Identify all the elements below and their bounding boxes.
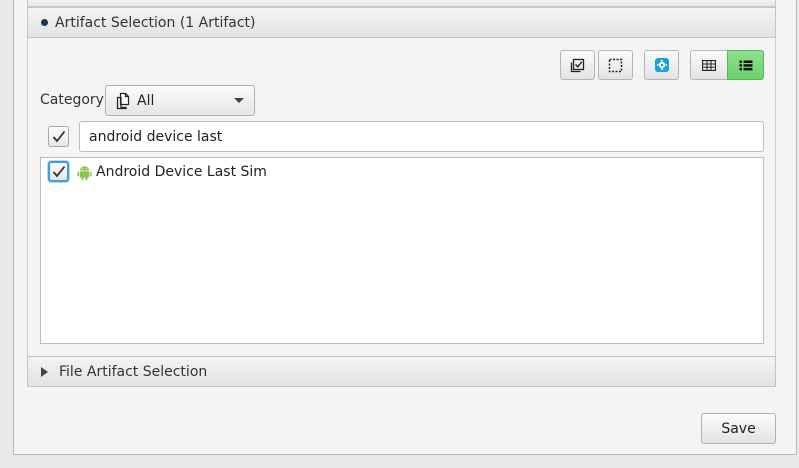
- artifact-checkbox[interactable]: [48, 161, 69, 182]
- artifact-selection-header[interactable]: Artifact Selection (1 Artifact): [27, 7, 776, 38]
- category-dropdown[interactable]: All: [105, 85, 255, 116]
- settings-gear-icon: [654, 58, 669, 72]
- select-none-button[interactable]: [598, 50, 633, 80]
- artifact-selection-title: Artifact Selection (1 Artifact): [55, 14, 256, 31]
- artifact-list[interactable]: Android Device Last Sim: [40, 157, 764, 344]
- select-none-icon: [608, 58, 623, 72]
- chevron-down-icon: [234, 98, 244, 103]
- grid-view-icon: [702, 59, 716, 71]
- list-item[interactable]: Android Device Last Sim: [41, 158, 763, 188]
- grid-view-button[interactable]: [690, 50, 728, 80]
- category-label: Category: [40, 92, 104, 108]
- filter-checkbox[interactable]: [48, 126, 69, 147]
- select-all-icon: [570, 58, 585, 72]
- filter-search-input[interactable]: [79, 121, 764, 152]
- category-selected-value: All: [137, 92, 155, 109]
- list-view-button[interactable]: [727, 50, 764, 80]
- file-artifact-selection-title: File Artifact Selection: [59, 363, 208, 380]
- checkmark-icon: [52, 165, 65, 178]
- expand-triangle-icon: [41, 366, 48, 377]
- list-view-icon: [739, 60, 752, 70]
- select-all-button[interactable]: [560, 50, 595, 80]
- copy-pages-icon: [116, 92, 130, 109]
- file-artifact-selection-header[interactable]: File Artifact Selection: [27, 356, 776, 387]
- checkmark-icon: [52, 130, 65, 143]
- section-bullet-icon: [41, 19, 48, 26]
- artifact-label: Android Device Last Sim: [96, 164, 267, 180]
- settings-button[interactable]: [644, 50, 679, 80]
- save-button[interactable]: Save: [701, 413, 776, 444]
- previous-section-bottom: [27, 0, 776, 7]
- android-icon: [77, 166, 92, 181]
